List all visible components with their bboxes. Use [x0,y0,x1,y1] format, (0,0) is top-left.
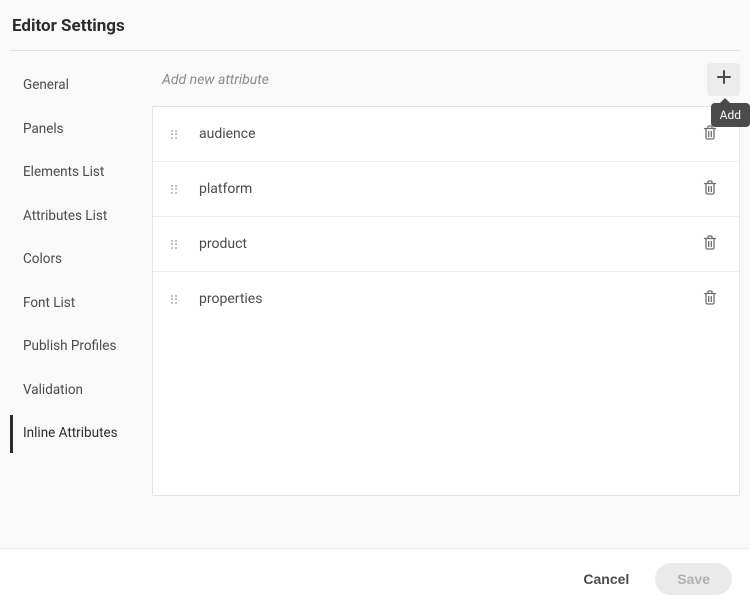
add-tooltip: Add [711,103,750,127]
attribute-row: product [153,217,739,272]
add-attribute-label: Add new attribute [162,72,269,88]
footer: Cancel Save [0,548,750,609]
sidebar-item-elements-list[interactable]: Elements List [10,154,142,192]
drag-handle-icon[interactable] [171,185,181,194]
sidebar-item-label: Colors [23,251,62,267]
attribute-row: audience [153,107,739,162]
drag-handle-icon[interactable] [171,130,181,139]
page-title: Editor Settings [10,12,740,50]
drag-handle-icon[interactable] [171,295,181,304]
sidebar: General Panels Elements List Attributes Lis… [10,61,142,496]
cancel-button[interactable]: Cancel [573,563,639,595]
sidebar-item-label: Inline Attributes [23,425,118,441]
trash-icon [703,235,717,253]
sidebar-item-font-list[interactable]: Font List [10,285,142,323]
attribute-name: platform [199,181,699,197]
trash-icon [703,180,717,198]
sidebar-item-colors[interactable]: Colors [10,241,142,279]
add-attribute-row: Add new attribute Add [152,61,740,106]
attribute-name: audience [199,126,699,142]
attributes-list: audience platform product properties [152,106,740,496]
add-attribute-button[interactable] [707,63,740,96]
sidebar-item-label: Attributes List [23,208,107,224]
plus-icon [717,70,731,89]
sidebar-item-label: Panels [23,121,64,137]
delete-attribute-button[interactable] [699,286,721,312]
drag-handle-icon[interactable] [171,240,181,249]
sidebar-item-inline-attributes[interactable]: Inline Attributes [10,415,142,453]
sidebar-item-general[interactable]: General [10,67,142,105]
attribute-row: platform [153,162,739,217]
save-button[interactable]: Save [655,563,732,595]
sidebar-item-label: Publish Profiles [23,338,116,354]
sidebar-item-panels[interactable]: Panels [10,111,142,149]
sidebar-item-label: Font List [23,295,75,311]
attribute-name: product [199,236,699,252]
delete-attribute-button[interactable] [699,176,721,202]
divider [10,50,740,51]
sidebar-item-publish-profiles[interactable]: Publish Profiles [10,328,142,366]
attribute-name: properties [199,291,699,307]
trash-icon [703,125,717,143]
delete-attribute-button[interactable] [699,231,721,257]
sidebar-item-label: Validation [23,382,83,398]
attribute-row: properties [153,272,739,326]
trash-icon [703,290,717,308]
sidebar-item-attributes-list[interactable]: Attributes List [10,198,142,236]
sidebar-item-validation[interactable]: Validation [10,372,142,410]
sidebar-item-label: General [23,77,69,93]
sidebar-item-label: Elements List [23,164,104,180]
main-panel: Add new attribute Add audience platform pr… [142,61,740,496]
